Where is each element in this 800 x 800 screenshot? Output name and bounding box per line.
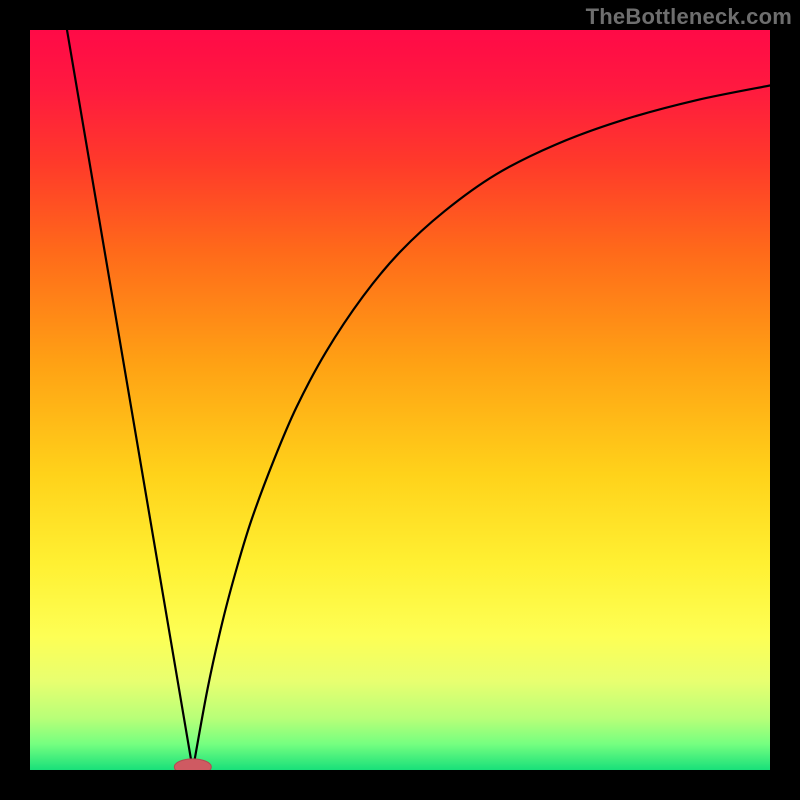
bottleneck-chart — [30, 30, 770, 770]
watermark-text: TheBottleneck.com — [586, 4, 792, 30]
outer-frame: TheBottleneck.com — [0, 0, 800, 800]
plot-area — [30, 30, 770, 770]
gradient-background — [30, 30, 770, 770]
